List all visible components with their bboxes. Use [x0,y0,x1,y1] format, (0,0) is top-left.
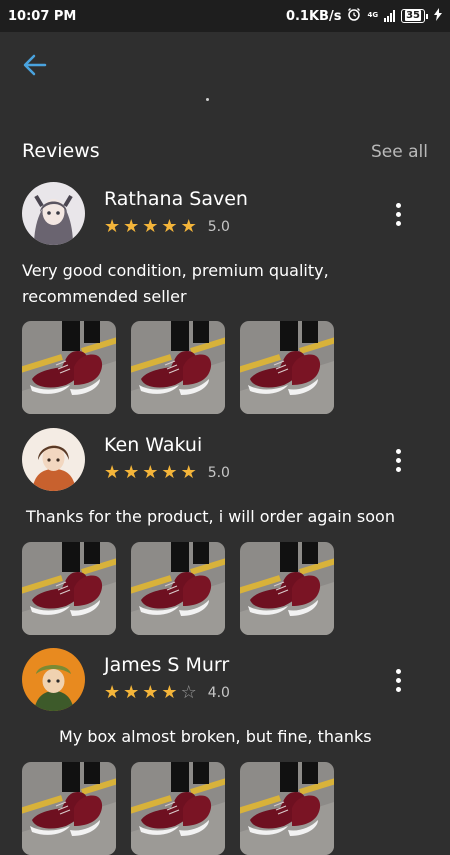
star-icon: ★ [142,462,159,483]
review-text: Thanks for the product, i will order aga… [26,507,395,526]
rating-value: 5.0 [207,218,230,235]
shoe-photo[interactable] [240,542,334,635]
status-time: 10:07 PM [8,8,77,24]
network-type: 4G [367,11,379,19]
arrow-left-icon [23,54,47,76]
star-icon: ★ [123,462,140,483]
star-icon: ★ [104,216,121,237]
review-text: Very good condition, premium quality, re… [22,261,329,306]
avatar [22,182,85,245]
more-options-icon[interactable] [388,446,408,474]
shoe-photo[interactable] [131,762,225,855]
back-button[interactable] [20,50,50,80]
battery-level: 35 [405,10,421,21]
star-icon: ★ [161,216,178,237]
alarm-icon [347,7,361,25]
status-bar: 10:07 PM 0.1KB/s 4G 35 [0,0,450,32]
signal-icon [384,10,396,22]
star-rating: ★ ★ ★ ★ ☆ 4.0 [104,682,230,703]
star-icon: ★ [161,682,178,703]
more-options-icon[interactable] [388,666,408,694]
star-outline-icon: ☆ [180,682,197,703]
status-indicators: 0.1KB/s 4G 35 [286,7,442,25]
star-icon: ★ [180,462,197,483]
star-icon: ★ [180,216,197,237]
more-options-icon[interactable] [388,200,408,228]
star-icon: ★ [161,462,178,483]
see-all-link[interactable]: See all [371,142,428,162]
avatar [22,428,85,491]
avatar [22,648,85,711]
star-icon: ★ [142,216,159,237]
shoe-photo[interactable] [22,762,116,855]
review-photos [22,762,334,855]
rating-value: 5.0 [207,464,230,481]
shoe-photo[interactable] [240,762,334,855]
star-icon: ★ [104,682,121,703]
star-icon: ★ [104,462,121,483]
star-icon: ★ [142,682,159,703]
review-photos [22,321,334,414]
charging-icon [434,7,442,25]
shoe-photo[interactable] [131,542,225,635]
star-icon: ★ [123,682,140,703]
star-rating: ★ ★ ★ ★ ★ 5.0 [104,462,230,483]
battery-icon: 35 [401,9,428,23]
review-text: My box almost broken, but fine, thanks [59,727,372,746]
network-speed: 0.1KB/s [285,8,342,24]
shoe-photo[interactable] [240,321,334,414]
review-photos [22,542,334,635]
rating-value: 4.0 [207,684,230,701]
reviewer-name: James S Murr [104,654,230,676]
shoe-photo[interactable] [22,542,116,635]
star-rating: ★ ★ ★ ★ ★ 5.0 [104,216,230,237]
reviewer-name: Rathana Saven [104,188,248,210]
shoe-photo[interactable] [22,321,116,414]
section-title: Reviews [22,140,100,162]
reviewer-name: Ken Wakui [104,434,203,456]
decorative-dot [206,98,209,101]
shoe-photo[interactable] [131,321,225,414]
star-icon: ★ [123,216,140,237]
